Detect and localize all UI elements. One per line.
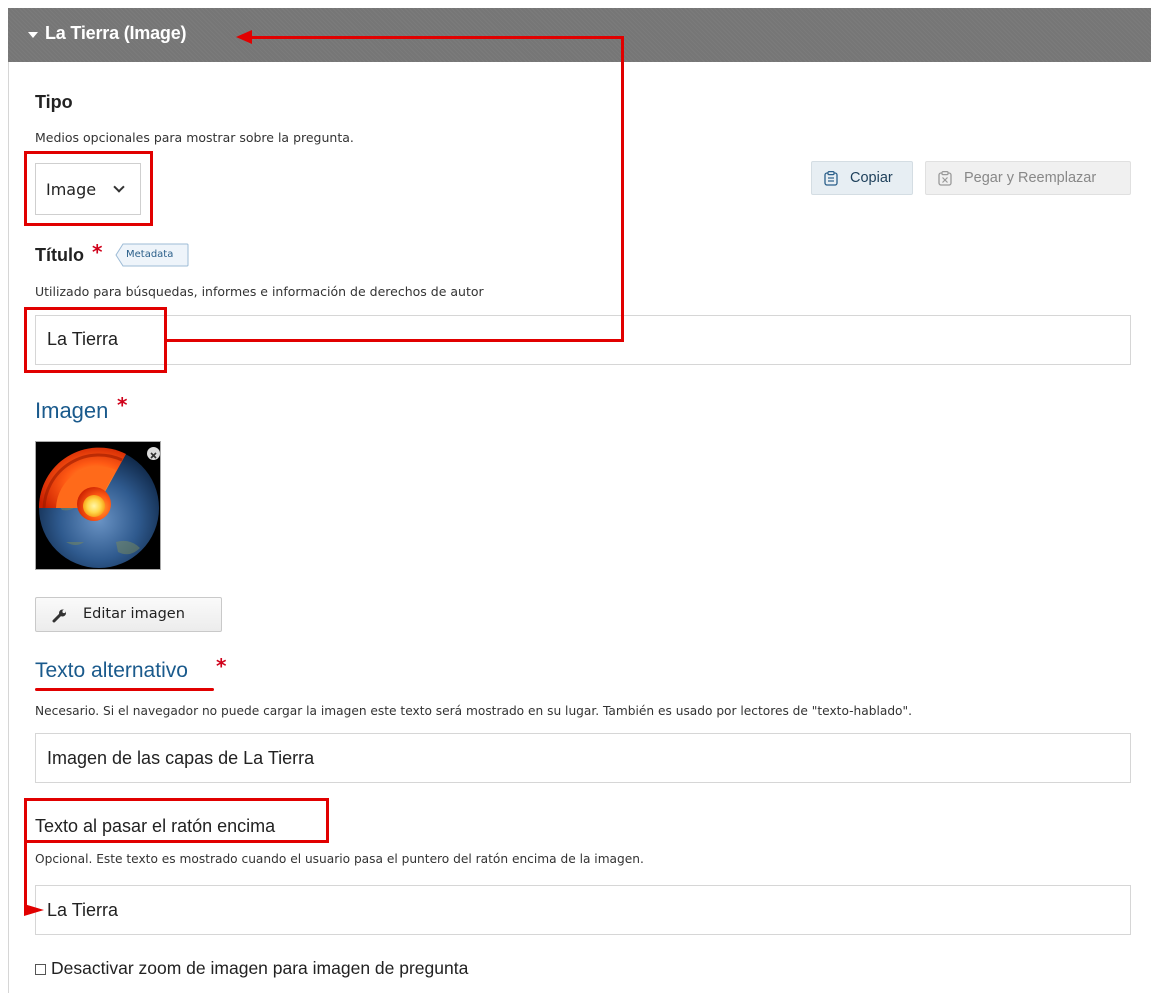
header-title[interactable]: La Tierra (Image) [45, 23, 187, 44]
tipo-label: Tipo [35, 92, 73, 112]
edit-image-button[interactable]: Editar imagen [35, 597, 222, 632]
disable-zoom-checkbox[interactable] [35, 964, 46, 975]
edit-image-label[interactable]: Editar imagen [83, 606, 185, 622]
copy-button[interactable]: Copiar [811, 161, 913, 195]
paste-replace-button[interactable]: Pegar y Reemplazar [925, 161, 1131, 195]
required-marker: * [117, 393, 128, 417]
titulo-description: Utilizado para búsquedas, informes e inf… [35, 284, 484, 299]
wrench-icon [52, 609, 66, 623]
annotation-underline [35, 688, 214, 691]
earth-layers-image [36, 442, 160, 569]
imagen-label: Imagen [35, 398, 109, 423]
clipboard-x-icon [938, 171, 952, 186]
alt-text-input-value[interactable]: Imagen de las capas de La Tierra [47, 748, 314, 769]
annotation-arrow-icon [236, 30, 252, 44]
panel-border [8, 62, 9, 993]
annotation-box-select [24, 151, 153, 226]
hover-text-input[interactable] [35, 885, 1131, 935]
alt-text-description: Necesario. Si el navegador no puede carg… [35, 704, 912, 718]
hover-text-description: Opcional. Este texto es mostrado cuando … [35, 852, 644, 866]
annotation-line [250, 36, 624, 39]
copy-icon [824, 171, 838, 186]
copy-button-label[interactable]: Copiar [850, 170, 893, 186]
hover-text-input-value[interactable]: La Tierra [47, 900, 118, 921]
annotation-line [166, 339, 624, 342]
disable-zoom-label[interactable]: Desactivar zoom de imagen para imagen de… [51, 958, 468, 979]
alt-text-label: Texto alternativo [35, 659, 188, 682]
required-marker: * [92, 240, 103, 264]
annotation-line [24, 842, 27, 911]
image-thumbnail[interactable] [35, 441, 161, 570]
annotation-arrow-icon [24, 904, 44, 916]
remove-image-icon[interactable] [147, 447, 160, 460]
annotation-box-title [24, 307, 167, 373]
tipo-description: Medios opcionales para mostrar sobre la … [35, 130, 354, 145]
required-marker: * [216, 654, 227, 678]
titulo-label: Título [35, 245, 84, 265]
paste-button-label[interactable]: Pegar y Reemplazar [964, 170, 1096, 186]
metadata-tag-label[interactable]: Metadata [126, 249, 173, 260]
annotation-box-hover [24, 798, 329, 843]
annotation-line [621, 36, 624, 342]
collapse-arrow-icon[interactable] [28, 32, 38, 38]
